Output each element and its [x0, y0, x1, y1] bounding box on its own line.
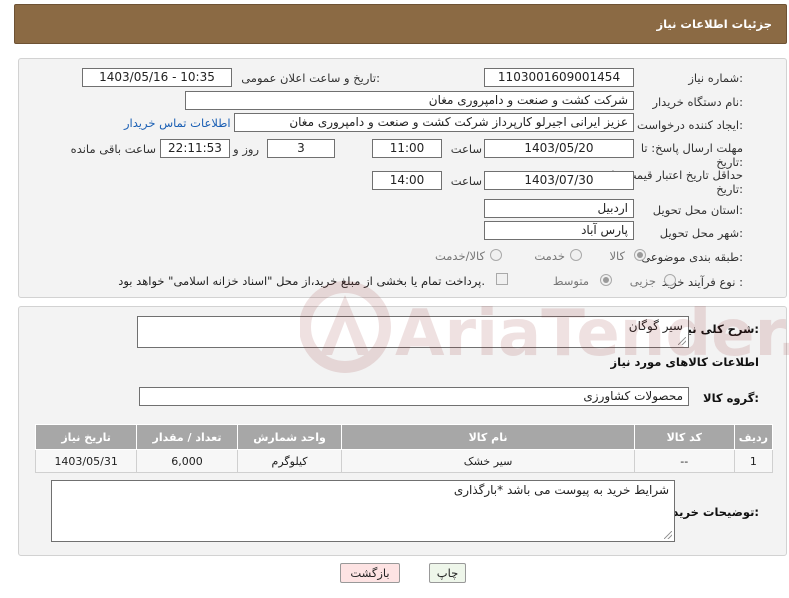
col-qty: تعداد / مقدار	[136, 424, 238, 450]
col-date: تاریخ نیاز	[34, 424, 138, 450]
deadline-date-field: 1403/05/20	[484, 139, 634, 158]
treasury-payment-checkbox[interactable]	[496, 273, 508, 285]
remaining-time-field: 22:11:53	[160, 139, 230, 158]
back-button[interactable]: بازگشت	[340, 563, 400, 583]
category-radio-goods-service[interactable]	[490, 249, 502, 261]
creator-field: عزیز ایرانی اجیرلو کارپرداز شرکت کشت و ص…	[234, 113, 634, 132]
page-header: جزئیات اطلاعات نیاز	[14, 4, 787, 44]
cell-unit: کیلوگرم	[236, 449, 343, 473]
table-row: 1 -- سیر خشک کیلوگرم 6,000 1403/05/31	[34, 449, 774, 473]
need-number-field: 1103001609001454	[484, 68, 634, 87]
deadline-label: مهلت ارسال پاسخ: تا	[640, 141, 743, 155]
city-field: پارس آباد	[484, 221, 634, 240]
resize-handle-icon[interactable]	[664, 531, 672, 539]
deadline-label-date: تاریخ:	[716, 155, 743, 169]
creator-label: ایجاد کننده درخواست:	[637, 118, 743, 132]
validity-label-date: تاریخ:	[716, 182, 743, 196]
province-field: اردبیل	[484, 199, 634, 218]
cell-date: 1403/05/31	[34, 449, 138, 473]
goods-table: ردیف کد کالا نام کالا واحد شمارش تعداد /…	[34, 424, 774, 473]
description-label: شرح کلی نیاز:	[676, 322, 759, 336]
days-field: 3	[267, 139, 335, 158]
goods-info-title: اطلاعات کالاهای مورد نیاز	[610, 355, 759, 369]
category-option-goods-service: کالا/خدمت	[434, 249, 485, 263]
col-unit: واحد شمارش	[236, 424, 343, 450]
process-radio-minor[interactable]	[664, 274, 676, 286]
category-radio-service[interactable]	[570, 249, 582, 261]
process-option-minor: جزیی	[629, 274, 656, 288]
buyer-org-field: شرکت کشت و صنعت و دامپروری مغان	[185, 91, 634, 110]
category-option-goods: کالا	[609, 249, 625, 263]
validity-time-field: 14:00	[372, 171, 442, 190]
cell-code: --	[633, 449, 735, 473]
cell-name: سیر خشک	[341, 449, 635, 473]
treasury-payment-note: پرداخت تمام یا بخشی از مبلغ خرید،از محل …	[118, 274, 485, 288]
announce-field: 1403/05/16 - 10:35	[82, 68, 232, 87]
goods-group-label: گروه کالا:	[703, 391, 759, 405]
contact-buyer-link[interactable]: اطلاعات تماس خریدار	[124, 116, 231, 130]
validity-date-field: 1403/07/30	[484, 171, 634, 190]
category-option-service: خدمت	[534, 249, 565, 263]
announce-label: تاریخ و ساعت اعلان عمومی:	[241, 71, 380, 85]
page-title: جزئیات اطلاعات نیاز	[656, 17, 772, 31]
days-label: روز و	[233, 142, 259, 156]
buyer-notes-text: شرایط خرید به پیوست می باشد *بارگذاری	[453, 483, 669, 497]
description-text: سیر گوگان	[628, 319, 683, 333]
validity-time-label: ساعت	[450, 174, 482, 188]
print-button[interactable]: چاپ	[429, 563, 466, 583]
col-row: ردیف	[733, 424, 774, 450]
buyer-org-label: نام دستگاه خریدار:	[652, 95, 743, 109]
category-radio-goods[interactable]	[634, 249, 646, 261]
process-option-medium: متوسط	[552, 274, 589, 288]
need-number-label: شماره نیاز:	[688, 71, 743, 85]
cell-qty: 6,000	[136, 449, 238, 473]
resize-handle-icon[interactable]	[678, 337, 686, 345]
city-label: شهر محل تحویل:	[659, 226, 743, 240]
cell-row: 1	[733, 449, 774, 473]
process-radio-medium[interactable]	[600, 274, 612, 286]
goods-group-field: محصولات کشاورزی	[139, 387, 689, 406]
province-label: استان محل تحویل:	[652, 203, 743, 217]
buyer-notes-field: شرایط خرید به پیوست می باشد *بارگذاری	[51, 480, 675, 542]
category-label: طبقه بندی موضوعی:	[641, 250, 743, 264]
deadline-time-field: 11:00	[372, 139, 442, 158]
deadline-time-label: ساعت	[450, 142, 482, 156]
description-field: سیر گوگان	[137, 316, 689, 348]
remaining-label: ساعت باقی مانده	[70, 142, 156, 156]
col-code: کد کالا	[633, 424, 735, 450]
col-name: نام کالا	[341, 424, 635, 450]
buyer-notes-label: توضیحات خریدار:	[661, 505, 759, 519]
goods-table-header: ردیف کد کالا نام کالا واحد شمارش تعداد /…	[34, 424, 774, 450]
